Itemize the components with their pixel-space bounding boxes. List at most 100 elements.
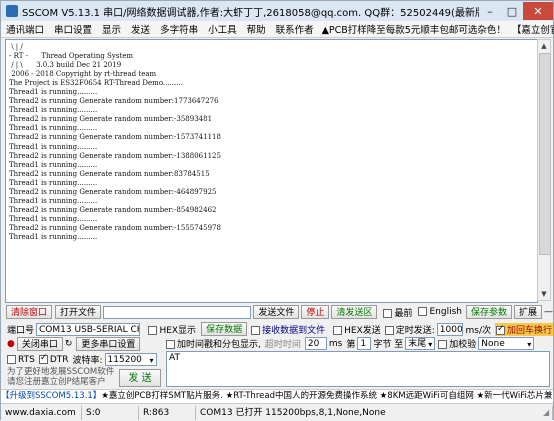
port-label: 端口号 <box>7 325 35 336</box>
scroll-down-icon[interactable]: ▼ <box>538 288 550 300</box>
interval-input[interactable]: 1000 <box>436 322 464 336</box>
stop-button[interactable]: 停止 <box>301 305 330 319</box>
save-params-button[interactable]: 保存参数 <box>465 305 512 319</box>
checksum-select-value: None <box>481 339 505 349</box>
promo-line-1: 为了更好地发展SSCOM软件 <box>7 367 115 377</box>
checksum-checkbox[interactable] <box>438 340 448 349</box>
clear-window-button[interactable]: 清除窗口 <box>6 305 53 319</box>
hex-display-option[interactable]: HEX显示 <box>148 323 196 336</box>
status-port: COM13 已打开 115200bps,8,1,None,None <box>196 405 553 420</box>
port-control-row: ● 关闭串口 ↻ 更多串口设置 <box>7 337 162 351</box>
timed-send-option[interactable]: 定时发送: <box>384 323 435 336</box>
send-button[interactable]: 发 送 <box>119 369 161 387</box>
receive-terminal[interactable]: \ | / - RT - Thread Operating System / |… <box>5 39 538 303</box>
topmost-checkbox[interactable] <box>383 308 393 318</box>
save-data-button[interactable]: 保存数据 <box>201 322 248 336</box>
scroll-thumb[interactable] <box>539 53 551 255</box>
maximize-button[interactable]: □ <box>501 2 523 20</box>
menu-bar: 通讯端口 串口设置 显示 发送 多字符串 小工具 帮助 联系作者 ▲PCB打样降… <box>1 21 554 38</box>
menu-ad-pcb[interactable]: ▲PCB打样降至每款5元顺丰包邮可选杂色！ <box>319 22 509 36</box>
menu-comm-port[interactable]: 通讯端口 <box>1 22 49 36</box>
recv-to-file-label: 接收数据到文件 <box>262 325 326 336</box>
collapse-dash[interactable]: — <box>544 307 553 317</box>
baud-label: 波特率: <box>72 356 103 366</box>
byte-from-label: 第 <box>346 340 356 350</box>
menu-serial-settings[interactable]: 串口设置 <box>49 22 97 36</box>
english-option[interactable]: English <box>418 307 462 317</box>
menu-tools[interactable]: 小工具 <box>203 22 242 36</box>
end-select-value: 末尾 <box>408 339 427 349</box>
close-window-button[interactable]: ✕ <box>523 2 553 20</box>
promo-line-2: 请您注册嘉立创P结尾客户 <box>7 377 106 387</box>
timeout-input[interactable]: 20 <box>304 337 327 350</box>
status-sent: S:0 <box>82 405 139 420</box>
menu-send[interactable]: 发送 <box>126 22 155 36</box>
close-port-button[interactable]: 关闭串口 <box>16 337 63 351</box>
hex-display-checkbox[interactable] <box>148 325 158 335</box>
refresh-port-icon[interactable]: ↻ <box>65 339 73 349</box>
baud-select-value: 115200 <box>107 355 142 365</box>
port-select-value: COM13 USB-SERIAL CH340 <box>39 324 139 335</box>
topmost-option[interactable]: 最前 <box>383 306 412 319</box>
recv-to-file-option[interactable]: 接收数据到文件 <box>251 323 325 336</box>
menu-contact[interactable]: 联系作者 <box>271 22 319 36</box>
send-textarea[interactable]: AT <box>166 351 550 387</box>
menu-ad-website[interactable]: 【嘉立创官网】 <box>509 22 554 36</box>
hex-send-option[interactable]: HEX发送 <box>333 323 381 336</box>
timestamp-row: 加时间戳和分包显示, 超时时间 20 ms 第 1 字节 至 末尾 加校验 No… <box>166 337 554 350</box>
terminal-text: \ | / - RT - Thread Operating System / |… <box>9 43 221 241</box>
checksum-label: 加校验 <box>449 340 477 350</box>
add-crlf-option[interactable]: 加回车换行 <box>494 322 553 336</box>
checksum-option[interactable]: 加校验 <box>438 337 476 350</box>
ticker-text: ★嘉立创PCB打样SMT贴片服务. ★RT-Thread中国人的开源免费操作系统… <box>101 391 553 401</box>
more-settings-button[interactable]: 更多串口设置 <box>76 337 141 351</box>
checksum-select[interactable]: None <box>478 337 535 350</box>
scroll-up-icon[interactable]: ▲ <box>538 40 550 52</box>
news-ticker[interactable]: 【升级到SSCOM5.13.1】★嘉立创PCB打样SMT贴片服务. ★RT-Th… <box>1 389 553 403</box>
file-path-field[interactable] <box>103 305 252 319</box>
timestamp-label: 加时间戳和分包显示, <box>177 340 261 350</box>
rts-checkbox[interactable] <box>7 354 16 364</box>
byte-from-input[interactable]: 1 <box>357 337 372 350</box>
timestamp-checkbox[interactable] <box>166 340 175 349</box>
add-crlf-label: 加回车换行 <box>506 325 552 336</box>
timeout-label: 超时时间 <box>264 340 301 350</box>
port-select[interactable]: COM13 USB-SERIAL CH340 <box>36 322 141 336</box>
topmost-label: 最前 <box>394 308 413 319</box>
title-bar: SSCOM V5.13.1 串口/网络数据调试器,作者:大虾丁丁,2618058… <box>1 1 553 21</box>
interval-unit: ms/次 <box>465 325 491 336</box>
dtr-label: DTR <box>49 354 69 365</box>
menu-multi-string[interactable]: 多字符串 <box>155 22 203 36</box>
send-file-button[interactable]: 发送文件 <box>253 305 300 319</box>
rts-label: RTS <box>18 354 35 365</box>
byte-to-label: 字节 至 <box>373 340 404 350</box>
end-select[interactable]: 末尾 <box>405 337 436 350</box>
menu-display[interactable]: 显示 <box>97 22 126 36</box>
open-file-button[interactable]: 打开文件 <box>55 305 102 319</box>
rts-option[interactable]: RTS <box>7 354 35 365</box>
expand-button[interactable]: 扩展 <box>513 305 542 319</box>
timeout-unit: ms <box>328 338 343 349</box>
resize-grip-icon[interactable]: ◢ <box>543 409 551 417</box>
hex-send-label: HEX发送 <box>344 325 381 336</box>
timed-send-label: 定时发送: <box>395 325 435 336</box>
app-window: SSCOM V5.13.1 串口/网络数据调试器,作者:大虾丁丁,2618058… <box>0 0 554 421</box>
upgrade-link[interactable]: 【升级到SSCOM5.13.1】 <box>1 391 101 401</box>
status-received: R:863 <box>139 405 196 420</box>
toolbar-row-2: 端口号 COM13 USB-SERIAL CH340 HEX显示 保存数据 接收… <box>1 322 553 336</box>
recv-to-file-checkbox[interactable] <box>251 325 261 335</box>
dtr-option[interactable]: DTR <box>38 353 69 365</box>
dtr-checkbox[interactable] <box>38 353 48 364</box>
minimize-button[interactable]: – <box>479 2 501 20</box>
clear-send-button[interactable]: 清发送区 <box>331 305 378 319</box>
baud-select[interactable]: 115200 <box>104 353 157 366</box>
promo-text: 为了更好地发展SSCOM软件 请您注册嘉立创P结尾客户 <box>7 367 119 387</box>
menu-help[interactable]: 帮助 <box>242 22 271 36</box>
hex-send-checkbox[interactable] <box>333 325 343 335</box>
add-crlf-checkbox[interactable] <box>495 324 505 335</box>
timed-send-checkbox[interactable] <box>384 325 394 335</box>
timestamp-option[interactable]: 加时间戳和分包显示, <box>166 337 261 350</box>
english-checkbox[interactable] <box>418 307 428 316</box>
status-site[interactable]: www.daxia.com <box>1 405 82 420</box>
terminal-scrollbar[interactable]: ▲ ▼ <box>537 39 551 301</box>
